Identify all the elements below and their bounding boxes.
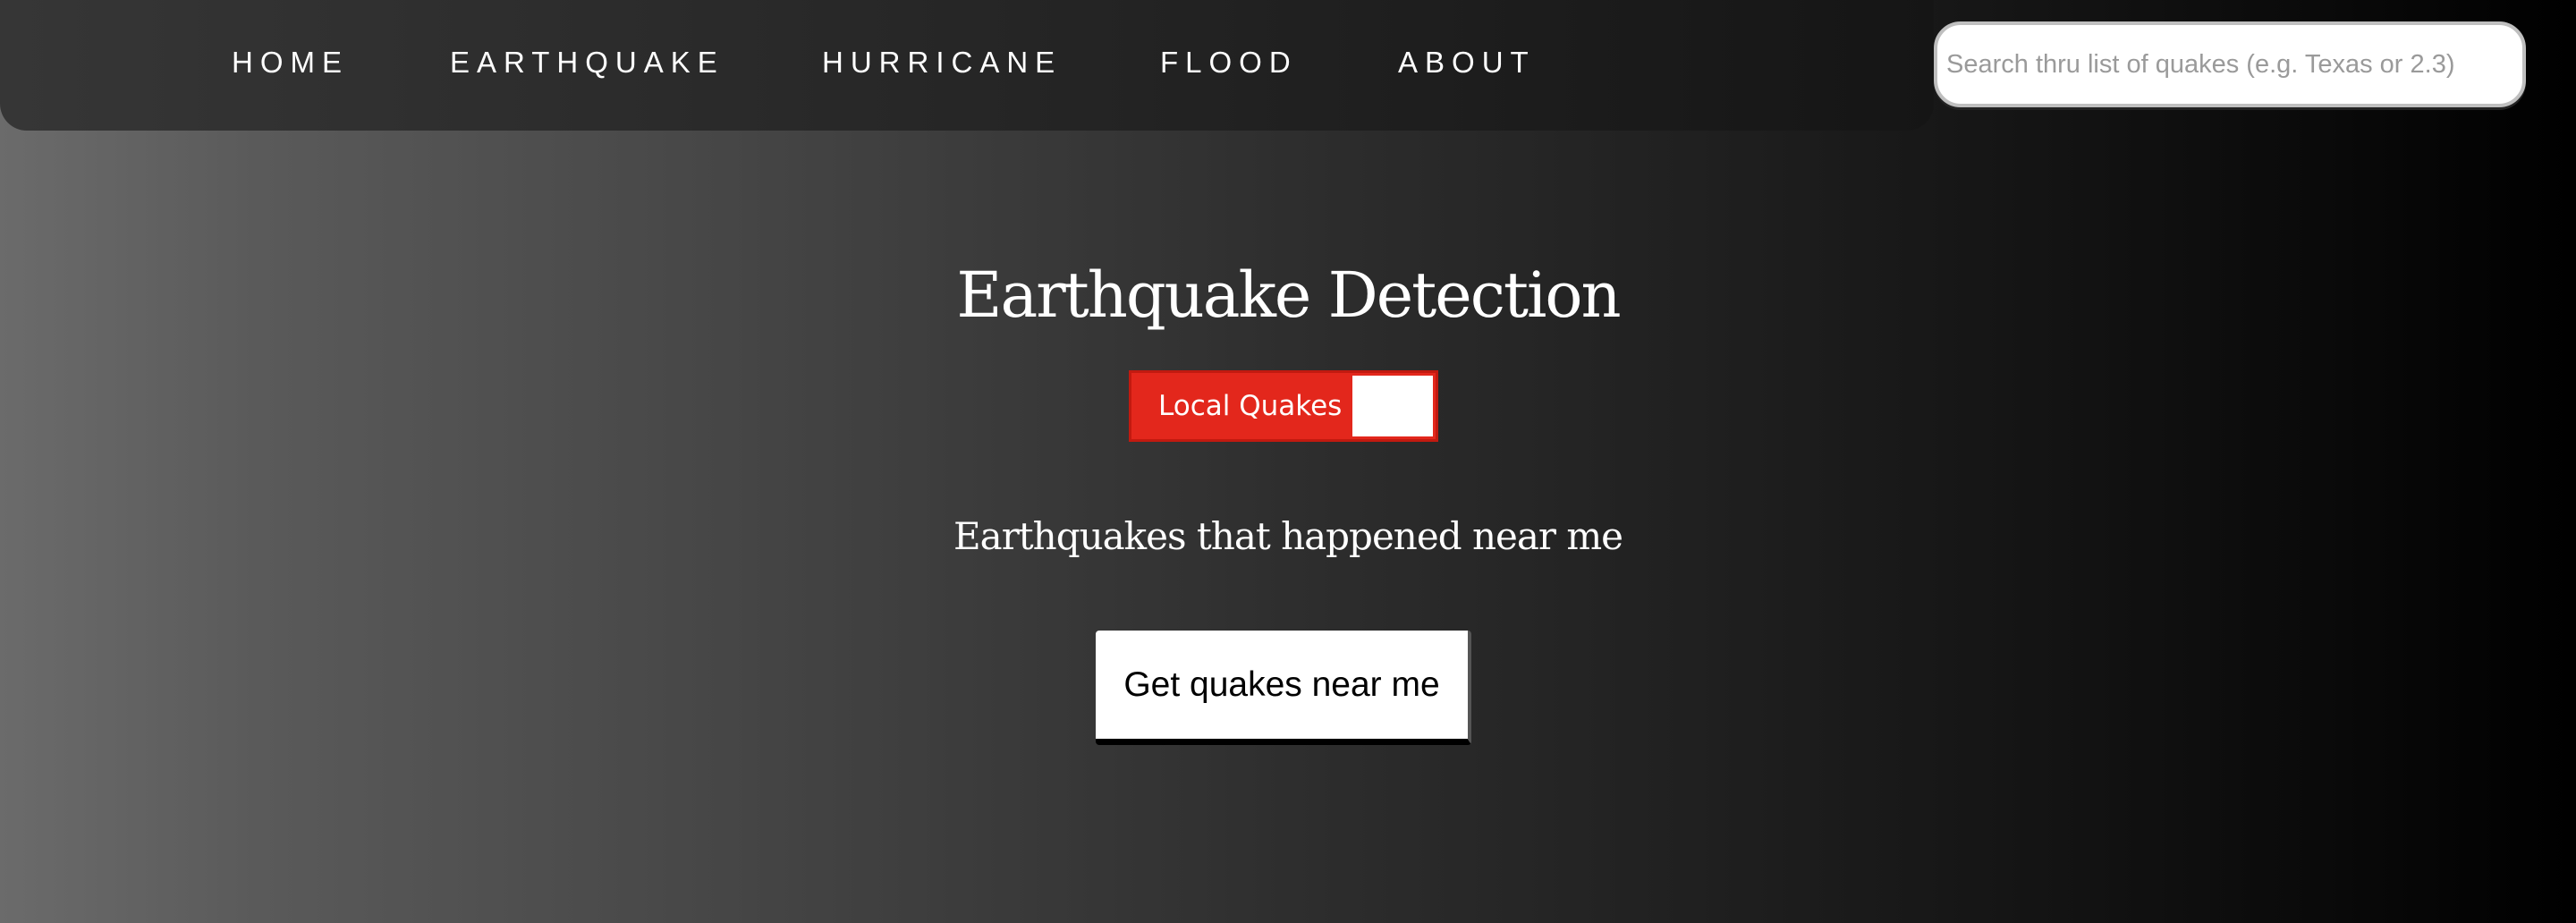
section-subtitle: Earthquakes that happened near me <box>953 514 1623 558</box>
page-title: Earthquake Detection <box>956 258 1621 332</box>
nav-earthquake[interactable]: EARTHQUAKE <box>450 45 724 80</box>
nav-about[interactable]: ABOUT <box>1398 45 1536 80</box>
top-navbar: HOME EARTHQUAKE HURRICANE FLOOD ABOUT <box>0 0 1934 131</box>
toggle-label: Local Quakes <box>1158 390 1343 422</box>
nav-home[interactable]: HOME <box>232 45 349 80</box>
nav-hurricane[interactable]: HURRICANE <box>822 45 1062 80</box>
search-input[interactable] <box>1934 21 2526 107</box>
get-quakes-button[interactable]: Get quakes near me <box>1096 631 1471 745</box>
local-quakes-toggle[interactable]: Local Quakes <box>1129 370 1438 442</box>
toggle-knob <box>1352 376 1433 436</box>
nav-flood[interactable]: FLOOD <box>1160 45 1298 80</box>
